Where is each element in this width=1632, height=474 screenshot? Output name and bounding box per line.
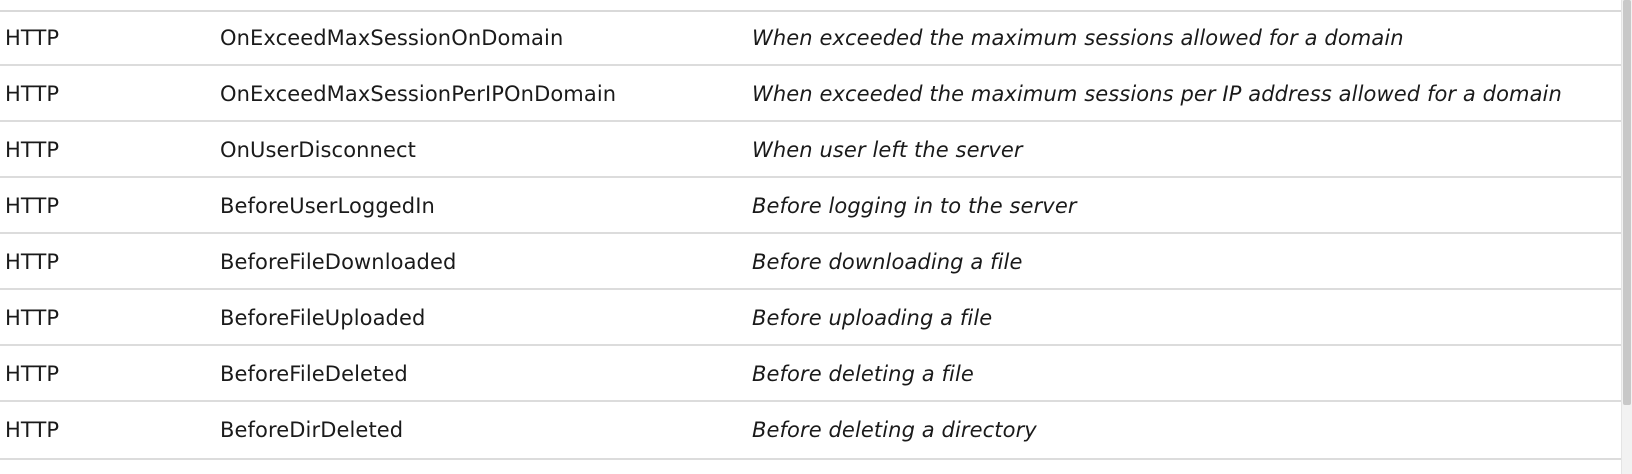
event-type-cell: HTTP [5, 138, 60, 162]
event-list-view: HTTP OnExceedMaxSessionOnDomain When exc… [0, 0, 1632, 474]
table-row[interactable]: HTTP OnUserDisconnect When user left the… [0, 122, 1622, 178]
table-row[interactable]: HTTP BeforeUserLoggedIn Before logging i… [0, 178, 1622, 234]
event-type-cell: HTTP [5, 362, 60, 386]
vertical-scrollbar[interactable] [1621, 0, 1632, 474]
events-table: HTTP OnExceedMaxSessionOnDomain When exc… [0, 10, 1622, 460]
event-description-cell: Before downloading a file [752, 250, 1023, 274]
table-row[interactable]: HTTP OnExceedMaxSessionPerIPOnDomain Whe… [0, 66, 1622, 122]
event-name-cell: BeforeFileDownloaded [220, 250, 457, 274]
event-description-cell: Before deleting a file [752, 362, 974, 386]
event-description-cell: Before deleting a directory [752, 418, 1037, 442]
event-description-cell: When exceeded the maximum sessions allow… [752, 26, 1404, 50]
event-description-cell: Before uploading a file [752, 306, 993, 330]
event-name-cell: OnExceedMaxSessionOnDomain [220, 26, 564, 50]
event-description-cell: When exceeded the maximum sessions per I… [752, 82, 1562, 106]
event-name-cell: OnUserDisconnect [220, 138, 416, 162]
event-type-cell: HTTP [5, 194, 60, 218]
table-row[interactable]: HTTP BeforeFileDownloaded Before downloa… [0, 234, 1622, 290]
table-row[interactable]: HTTP OnExceedMaxSessionOnDomain When exc… [0, 10, 1622, 66]
scrollbar-thumb[interactable] [1623, 0, 1631, 405]
event-name-cell: BeforeDirDeleted [220, 418, 404, 442]
table-row[interactable]: HTTP BeforeFileDeleted Before deleting a… [0, 346, 1622, 402]
table-row[interactable]: HTTP BeforeFileUploaded Before uploading… [0, 290, 1622, 346]
event-description-cell: Before logging in to the server [752, 194, 1077, 218]
event-type-cell: HTTP [5, 250, 60, 274]
event-description-cell: When user left the server [752, 138, 1023, 162]
event-type-cell: HTTP [5, 26, 60, 50]
event-name-cell: BeforeFileDeleted [220, 362, 408, 386]
event-name-cell: OnExceedMaxSessionPerIPOnDomain [220, 82, 617, 106]
event-type-cell: HTTP [5, 306, 60, 330]
event-type-cell: HTTP [5, 82, 60, 106]
event-name-cell: BeforeUserLoggedIn [220, 194, 435, 218]
event-name-cell: BeforeFileUploaded [220, 306, 426, 330]
table-row[interactable]: HTTP BeforeDirDeleted Before deleting a … [0, 402, 1622, 460]
event-type-cell: HTTP [5, 418, 60, 442]
